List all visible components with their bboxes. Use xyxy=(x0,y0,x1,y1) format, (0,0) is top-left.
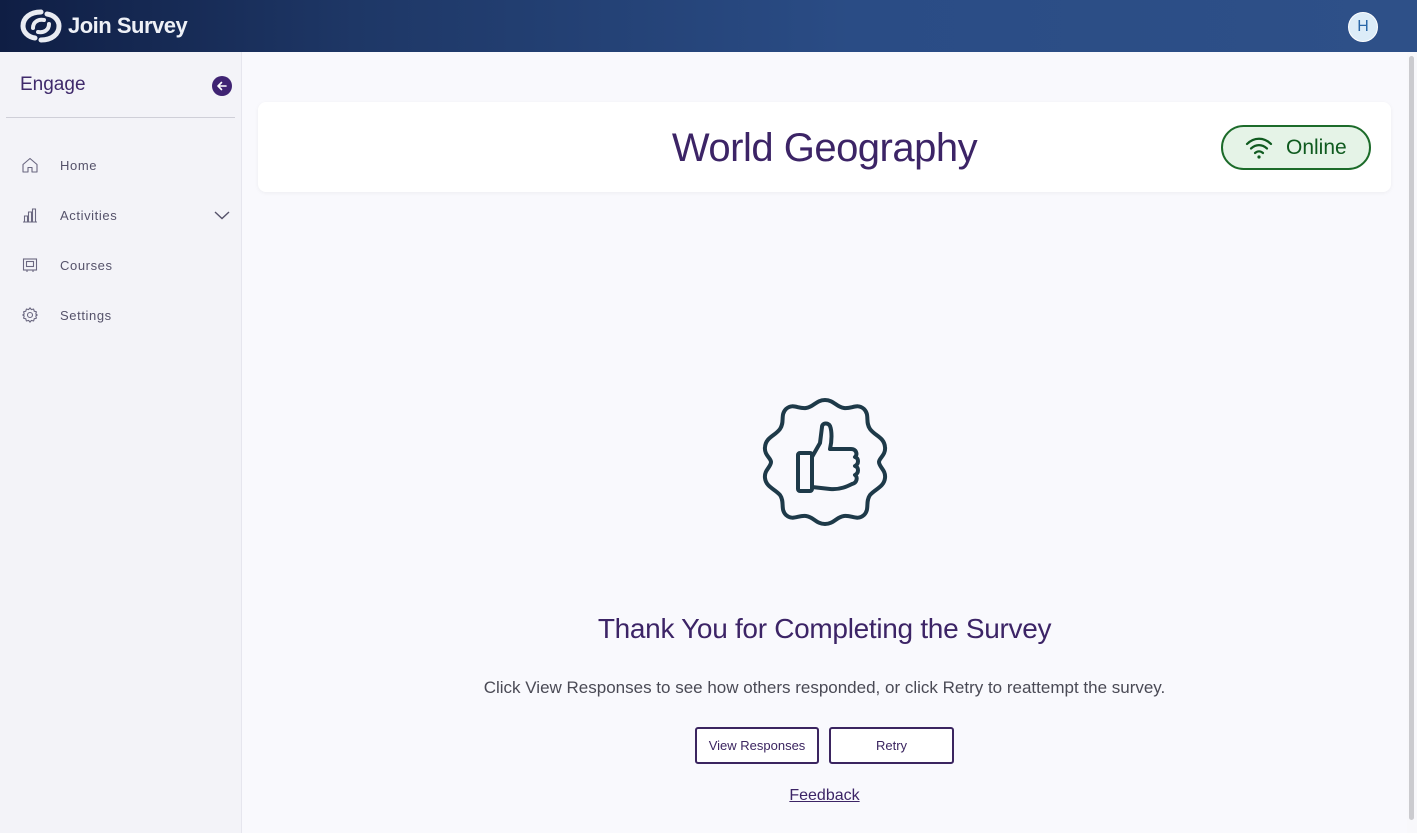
sidebar: Engage Home Activities Courses Settings xyxy=(0,52,242,833)
sidebar-item-activities[interactable]: Activities xyxy=(0,195,241,235)
bar-chart-icon xyxy=(21,206,39,224)
app-name: Join Survey xyxy=(68,13,188,38)
retry-button[interactable]: Retry xyxy=(829,727,954,764)
chevron-down-icon[interactable] xyxy=(213,209,231,221)
sidebar-divider xyxy=(6,117,235,118)
arrow-left-icon xyxy=(217,81,227,91)
feedback-link[interactable]: Feedback xyxy=(258,787,1391,805)
collapse-sidebar-button[interactable] xyxy=(212,76,232,96)
thumbs-up-badge-icon xyxy=(762,398,888,526)
sidebar-item-home[interactable]: Home xyxy=(0,145,241,185)
status-label: Online xyxy=(1286,136,1347,159)
home-icon xyxy=(21,156,39,174)
view-responses-button[interactable]: View Responses xyxy=(695,727,819,764)
gear-icon xyxy=(21,306,39,324)
brand[interactable]: Join Survey xyxy=(20,8,188,44)
sidebar-item-label: Courses xyxy=(60,257,113,273)
scrollbar[interactable] xyxy=(1407,52,1417,833)
sidebar-item-settings[interactable]: Settings xyxy=(0,295,241,335)
top-bar: Join Survey H xyxy=(0,0,1417,52)
sidebar-item-label: Activities xyxy=(60,207,118,223)
sidebar-item-courses[interactable]: Courses xyxy=(0,245,241,285)
sidebar-item-label: Home xyxy=(60,157,98,173)
sidebar-item-label: Settings xyxy=(60,307,112,323)
courses-icon xyxy=(21,256,39,274)
survey-header-card: World Geography Online xyxy=(258,102,1391,192)
wifi-icon xyxy=(1245,137,1273,159)
user-avatar[interactable]: H xyxy=(1348,12,1378,42)
status-badge: Online xyxy=(1221,125,1371,170)
completion-title: Thank You for Completing the Survey xyxy=(597,613,1052,644)
logo-icon xyxy=(20,9,62,43)
sidebar-title: Engage xyxy=(20,74,86,95)
scrollbar-thumb[interactable] xyxy=(1409,56,1414,820)
completion-message: Click View Responses to see how others r… xyxy=(483,678,1166,697)
